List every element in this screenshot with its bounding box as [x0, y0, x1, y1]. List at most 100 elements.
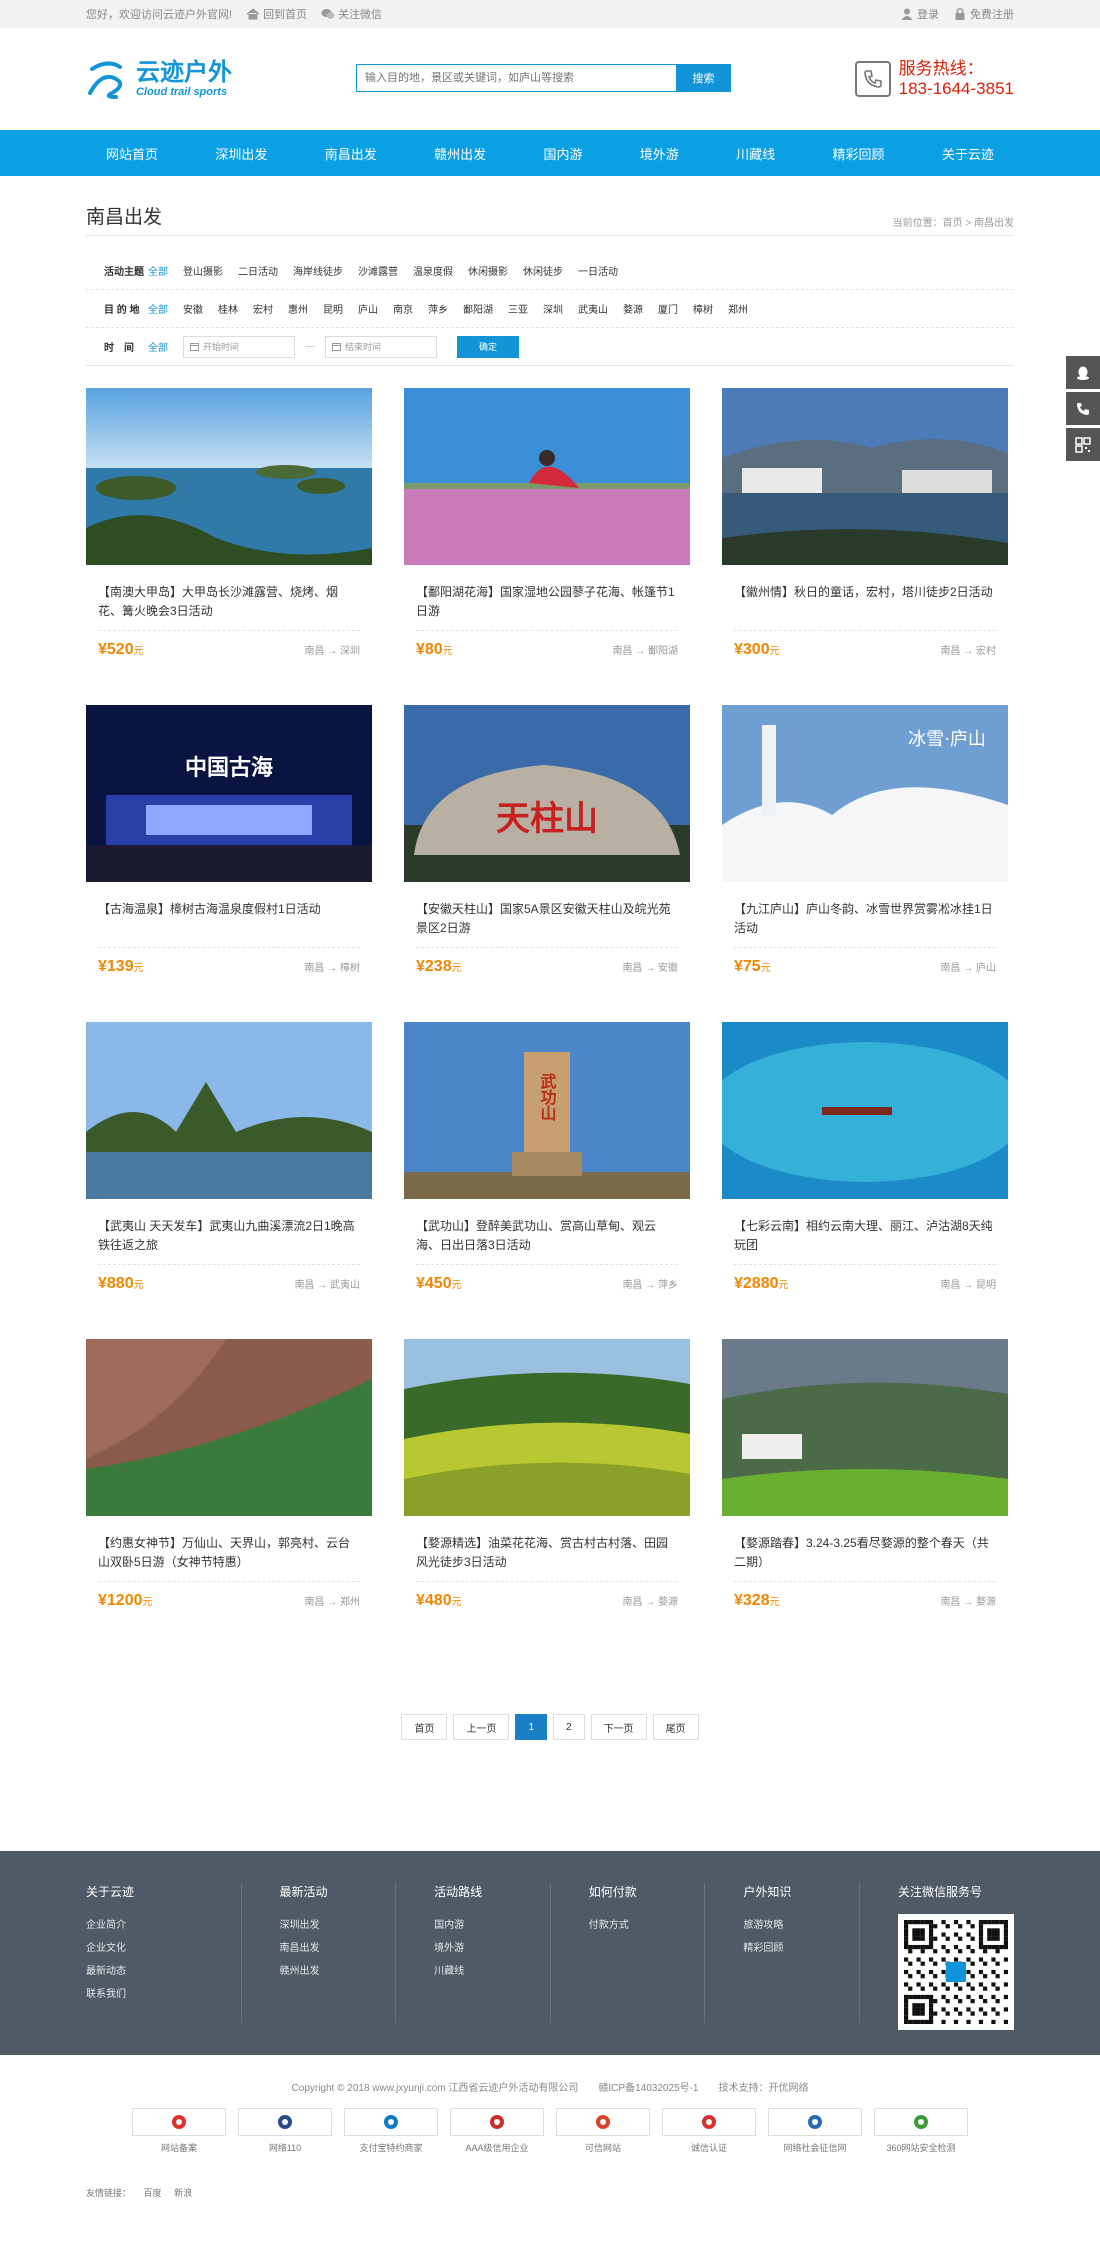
activity-image[interactable]: 冰雪·庐山: [722, 705, 1008, 882]
filter-time-all[interactable]: 全部: [148, 339, 168, 354]
filter-dest-option[interactable]: 南京: [393, 305, 413, 316]
filter-dest-option[interactable]: 惠州: [288, 305, 308, 316]
nav-item-sichuan-tibet[interactable]: 川藏线: [736, 144, 775, 163]
qq-button[interactable]: [1066, 356, 1100, 389]
trust-badge[interactable]: 360网站安全检测: [874, 2108, 968, 2154]
footer-link[interactable]: 企业简介: [86, 1914, 241, 1937]
footer-link[interactable]: 最新动态: [86, 1960, 241, 1983]
activity-title[interactable]: 【南澳大甲岛】大甲岛长沙滩露营、烧烤、烟花、篝火晚会3日活动: [98, 583, 360, 631]
filter-dest-option[interactable]: 安徽: [183, 305, 203, 316]
end-date-input[interactable]: 结束时间: [325, 335, 437, 358]
activity-image[interactable]: 武功山: [404, 1022, 690, 1199]
activity-image[interactable]: [404, 1339, 690, 1516]
search-input[interactable]: [356, 64, 676, 92]
activity-title[interactable]: 【七彩云南】相约云南大理、丽江、泸沽湖8天纯玩团: [734, 1217, 996, 1265]
filter-dest-option[interactable]: 郑州: [728, 305, 748, 316]
filter-theme-option[interactable]: 休闲徒步: [523, 267, 563, 278]
activity-title[interactable]: 【约惠女神节】万仙山、天界山，郭亮村、云台山双卧5日游（女神节特惠）: [98, 1534, 360, 1582]
activity-card[interactable]: 【武夷山 天天发车】武夷山九曲溪漂流2日1晚高铁往返之旅 ¥880元 南昌 → 武夷…: [86, 1022, 372, 1339]
filter-theme-option[interactable]: 温泉度假: [413, 267, 453, 278]
filter-dest-option[interactable]: 三亚: [508, 305, 528, 316]
page-button[interactable]: 上一页: [453, 1714, 510, 1740]
activity-title[interactable]: 【古海温泉】樟树古海温泉度假村1日活动: [98, 900, 360, 948]
activity-image[interactable]: 天柱山: [404, 705, 690, 882]
footer-link[interactable]: 企业文化: [86, 1937, 241, 1960]
activity-card[interactable]: 【婺源踏春】3.24-3.25看尽婺源的整个春天（共二期） ¥328元 南昌 → 婺…: [722, 1339, 1008, 1656]
search-button[interactable]: 搜索: [676, 64, 731, 92]
filter-dest-option[interactable]: 萍乡: [428, 305, 448, 316]
trust-badge[interactable]: 支付宝特约商家: [344, 2108, 438, 2154]
filter-dest-option[interactable]: 庐山: [358, 305, 378, 316]
nav-item-about[interactable]: 关于云迹: [942, 144, 994, 163]
trust-badge[interactable]: 网络社会征信网: [768, 2108, 862, 2154]
activity-title[interactable]: 【鄱阳湖花海】国家湿地公园蓼子花海、帐篷节1日游: [416, 583, 678, 631]
page-button[interactable]: 尾页: [652, 1714, 699, 1740]
nav-item-domestic[interactable]: 国内游: [543, 144, 582, 163]
activity-image[interactable]: [86, 1339, 372, 1516]
trust-badge[interactable]: 网站备案: [132, 2108, 226, 2154]
page-button[interactable]: 下一页: [590, 1714, 647, 1740]
start-date-input[interactable]: 开始时间: [183, 335, 295, 358]
footer-link[interactable]: 赣州出发: [280, 1960, 396, 1983]
activity-card[interactable]: 【徽州情】秋日的童话，宏村，塔川徒步2日活动 ¥300元 南昌 → 宏村: [722, 388, 1008, 705]
activity-title[interactable]: 【武功山】登醉美武功山、赏高山草甸、观云海、日出日落3日活动: [416, 1217, 678, 1265]
filter-dest-option[interactable]: 婺源: [623, 305, 643, 316]
filter-theme-option[interactable]: 海岸线徒步: [293, 267, 343, 278]
trust-badge[interactable]: 诚信认证: [662, 2108, 756, 2154]
activity-image[interactable]: [722, 388, 1008, 565]
activity-title[interactable]: 【徽州情】秋日的童话，宏村，塔川徒步2日活动: [734, 583, 996, 631]
activity-image[interactable]: 中国古海: [86, 705, 372, 882]
nav-item-shenzhen[interactable]: 深圳出发: [215, 144, 267, 163]
filter-dest-option[interactable]: 鄱阳湖: [463, 305, 493, 316]
filter-theme-option[interactable]: 沙滩露营: [358, 267, 398, 278]
activity-title[interactable]: 【九江庐山】庐山冬韵、冰雪世界赏雾凇冰挂1日活动: [734, 900, 996, 948]
trust-badge[interactable]: 网络110: [238, 2108, 332, 2154]
filter-theme-option[interactable]: 一日活动: [578, 267, 618, 278]
logo[interactable]: 云迹户外 Cloud trail sports: [86, 57, 232, 101]
filter-dest-option[interactable]: 深圳: [543, 305, 563, 316]
page-button[interactable]: 2: [553, 1714, 585, 1740]
filter-theme-option[interactable]: 休闲摄影: [468, 267, 508, 278]
filter-dest-option[interactable]: 桂林: [218, 305, 238, 316]
activity-image[interactable]: [86, 388, 372, 565]
home-link[interactable]: 回到首页: [246, 6, 307, 22]
nav-item-abroad[interactable]: 境外游: [640, 144, 679, 163]
footer-link[interactable]: 深圳出发: [280, 1914, 396, 1937]
activity-card[interactable]: 【南澳大甲岛】大甲岛长沙滩露营、烧烤、烟花、篝火晚会3日活动 ¥520元 南昌 → …: [86, 388, 372, 705]
footer-link[interactable]: 精彩回顾: [743, 1937, 859, 1960]
activity-title[interactable]: 【婺源踏春】3.24-3.25看尽婺源的整个春天（共二期）: [734, 1534, 996, 1582]
activity-card[interactable]: 天柱山 【安徽天柱山】国家5A景区安徽天柱山及皖光苑景区2日游 ¥238元 南昌 → …: [404, 705, 690, 1022]
activity-image[interactable]: [722, 1022, 1008, 1199]
footer-link[interactable]: 境外游: [434, 1937, 550, 1960]
activity-card[interactable]: 【婺源精选】油菜花花海、赏古村古村落、田园风光徒步3日活动 ¥480元 南昌 → 婺…: [404, 1339, 690, 1656]
activity-image[interactable]: [722, 1339, 1008, 1516]
filter-dest-option[interactable]: 樟树: [693, 305, 713, 316]
filter-theme-option[interactable]: 全部: [148, 267, 168, 278]
filter-dest-option[interactable]: 全部: [148, 305, 168, 316]
nav-item-review[interactable]: 精彩回顾: [833, 144, 885, 163]
friend-link[interactable]: 百度: [144, 2188, 162, 2198]
footer-link[interactable]: 南昌出发: [280, 1937, 396, 1960]
page-button[interactable]: 首页: [401, 1714, 448, 1740]
activity-card[interactable]: 【鄱阳湖花海】国家湿地公园蓼子花海、帐篷节1日游 ¥80元 南昌 → 鄱阳湖: [404, 388, 690, 705]
register-link[interactable]: 免费注册: [953, 6, 1014, 22]
nav-item-ganzhou[interactable]: 赣州出发: [434, 144, 486, 163]
footer-link[interactable]: 旅游攻略: [743, 1914, 859, 1937]
confirm-button[interactable]: 确定: [457, 335, 519, 358]
wechat-link[interactable]: 关注微信: [321, 6, 382, 22]
filter-dest-option[interactable]: 宏村: [253, 305, 273, 316]
activity-card[interactable]: 【七彩云南】相约云南大理、丽江、泸沽湖8天纯玩团 ¥2880元 南昌 → 昆明: [722, 1022, 1008, 1339]
footer-link[interactable]: 川藏线: [434, 1960, 550, 1983]
footer-link[interactable]: 国内游: [434, 1914, 550, 1937]
qrcode-button[interactable]: [1066, 428, 1100, 461]
trust-badge[interactable]: 可信网站: [556, 2108, 650, 2154]
nav-item-home[interactable]: 网站首页: [106, 144, 158, 163]
nav-item-nanchang[interactable]: 南昌出发: [325, 144, 377, 163]
activity-image[interactable]: [404, 388, 690, 565]
activity-card[interactable]: 中国古海 【古海温泉】樟树古海温泉度假村1日活动 ¥139元 南昌 → 樟树: [86, 705, 372, 1022]
footer-link[interactable]: 付款方式: [589, 1914, 705, 1937]
page-button[interactable]: 1: [515, 1714, 547, 1740]
activity-title[interactable]: 【婺源精选】油菜花花海、赏古村古村落、田园风光徒步3日活动: [416, 1534, 678, 1582]
activity-card[interactable]: 武功山 【武功山】登醉美武功山、赏高山草甸、观云海、日出日落3日活动 ¥450元 南昌…: [404, 1022, 690, 1339]
footer-link[interactable]: 联系我们: [86, 1983, 241, 2006]
